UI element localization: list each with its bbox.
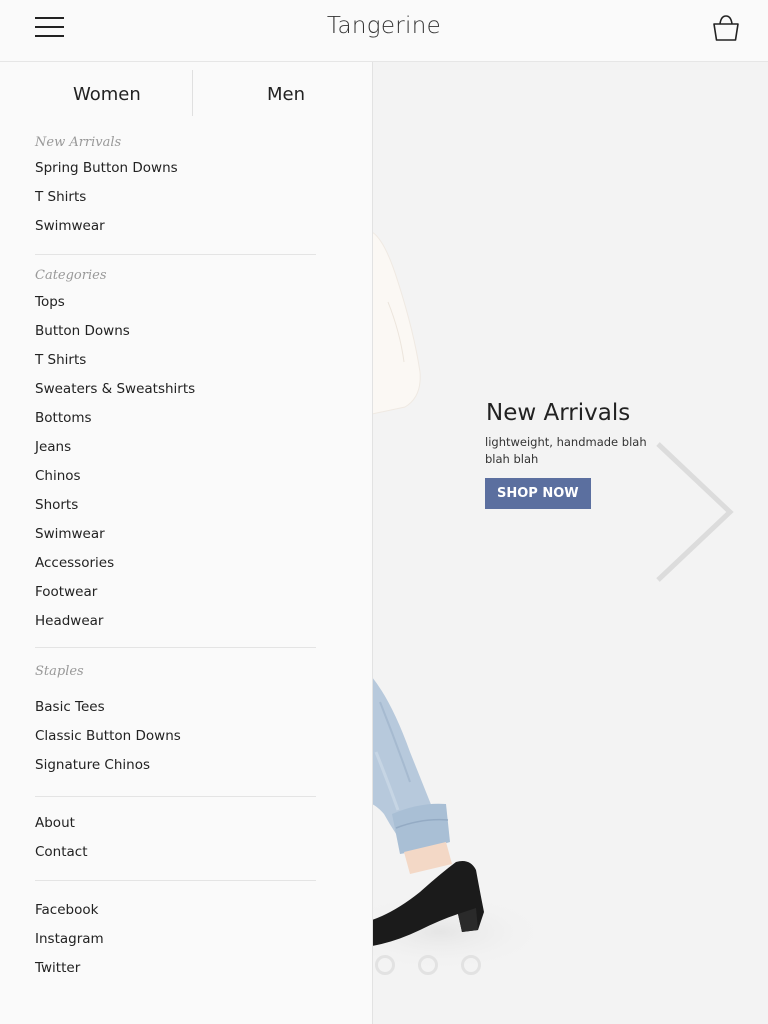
shopping-basket-icon[interactable]: [711, 13, 741, 43]
nav-link[interactable]: Basic Tees: [35, 699, 105, 715]
nav-link-contact[interactable]: Contact: [35, 844, 88, 860]
carousel-dots: [372, 955, 492, 985]
divider: [35, 880, 316, 881]
carousel-dot[interactable]: [375, 955, 395, 975]
nav-link[interactable]: Sweaters & Sweatshirts: [35, 381, 195, 397]
nav-link[interactable]: Button Downs: [35, 323, 130, 339]
nav-link[interactable]: Signature Chinos: [35, 757, 150, 773]
hero-caption: New Arrivals lightweight, handmade blah …: [485, 400, 655, 509]
shop-now-button[interactable]: SHOP NOW: [485, 478, 591, 509]
nav-link[interactable]: Shorts: [35, 497, 78, 513]
nav-link[interactable]: Bottoms: [35, 410, 92, 426]
divider: [35, 796, 316, 797]
nav-link[interactable]: Spring Button Downs: [35, 160, 178, 176]
nav-link[interactable]: Swimwear: [35, 218, 105, 234]
hero-title: New Arrivals: [486, 400, 631, 426]
nav-link-about[interactable]: About: [35, 815, 75, 831]
side-navigation-drawer: Women Men New Arrivals Spring Button Dow…: [0, 62, 373, 1024]
top-header: Tangerine: [0, 0, 768, 62]
nav-link[interactable]: Accessories: [35, 555, 114, 571]
nav-link[interactable]: T Shirts: [35, 352, 86, 368]
nav-link[interactable]: Classic Button Downs: [35, 728, 181, 744]
section-heading-staples: Staples: [35, 664, 84, 679]
section-heading-categories: Categories: [35, 268, 107, 283]
nav-link-instagram[interactable]: Instagram: [35, 931, 104, 947]
chevron-right-icon[interactable]: [652, 440, 736, 584]
carousel-dot[interactable]: [418, 955, 438, 975]
site-logo[interactable]: Tangerine: [0, 13, 768, 39]
nav-link[interactable]: Tops: [35, 294, 65, 310]
nav-link[interactable]: Footwear: [35, 584, 97, 600]
divider: [35, 254, 316, 255]
tab-women[interactable]: Women: [73, 84, 141, 105]
divider: [35, 647, 316, 648]
tab-divider: [192, 70, 193, 116]
nav-link[interactable]: Swimwear: [35, 526, 105, 542]
tab-men[interactable]: Men: [267, 84, 305, 105]
hero-subtitle: lightweight, handmade blah blah blah: [485, 435, 647, 466]
nav-link-twitter[interactable]: Twitter: [35, 960, 80, 976]
section-heading-new-arrivals: New Arrivals: [35, 135, 122, 150]
gender-tabs: Women Men: [0, 62, 372, 122]
carousel-dot[interactable]: [461, 955, 481, 975]
nav-link-facebook[interactable]: Facebook: [35, 902, 98, 918]
nav-link[interactable]: Chinos: [35, 468, 81, 484]
nav-link[interactable]: Jeans: [35, 439, 71, 455]
nav-link[interactable]: T Shirts: [35, 189, 86, 205]
nav-link[interactable]: Headwear: [35, 613, 103, 629]
